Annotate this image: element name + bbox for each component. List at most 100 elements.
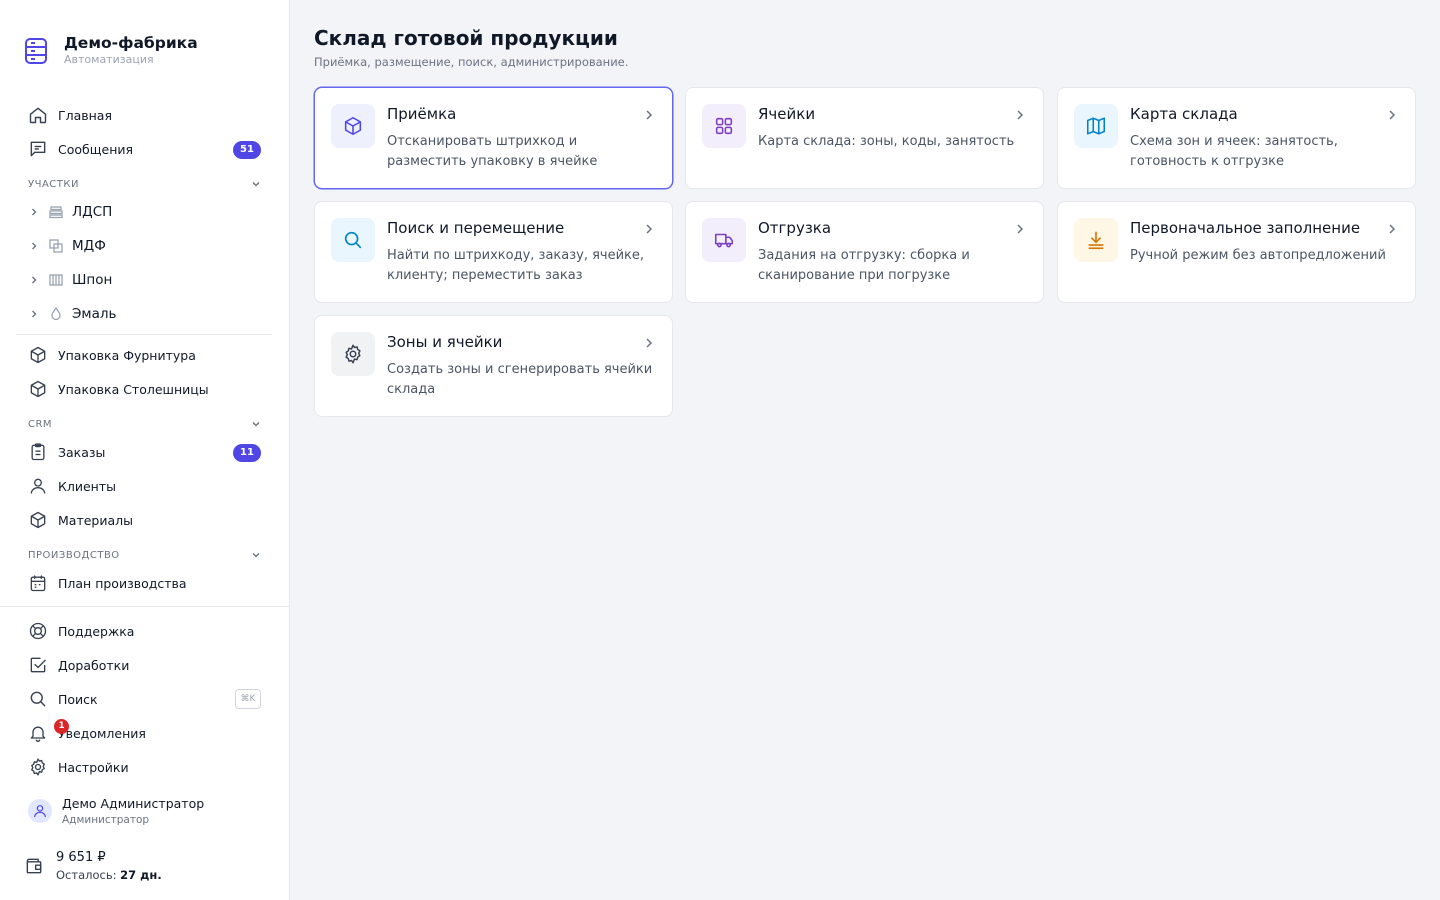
divider — [0, 606, 289, 607]
sidebar-item-label: МДФ — [72, 238, 106, 254]
sidebar-item-label: Доработки — [58, 657, 130, 673]
page-subtitle: Приёмка, размещение, поиск, администриро… — [314, 55, 629, 69]
user-name: Демо Администратор — [62, 796, 205, 811]
clipboard-icon — [28, 442, 48, 462]
sidebar-item-label: Заказы — [58, 444, 106, 460]
user-role: Администратор — [62, 814, 150, 826]
sidebar-item-packaging-countertops[interactable]: Упаковка Столешницы — [16, 374, 274, 404]
search-icon — [28, 689, 48, 709]
sidebar-item-messages[interactable]: Сообщения 51 — [16, 134, 274, 164]
chevron-right-icon — [28, 240, 40, 252]
box-icon — [28, 510, 48, 530]
chevron-right-icon — [28, 274, 40, 286]
user-profile[interactable]: Демо Администратор Администратор — [28, 793, 268, 829]
card-description: Отсканировать штрихкод и разместить упак… — [387, 134, 598, 169]
card-description: Карта склада: зоны, коды, занятость — [758, 134, 1015, 149]
card-description: Задания на отгрузку: сборка и сканирован… — [758, 248, 970, 283]
card-warehouse-map[interactable]: Карта склада Схема зон и ячеек: занятост… — [1057, 87, 1416, 189]
map-icon — [1074, 104, 1118, 148]
sidebar-item-notifications[interactable]: 1 Уведомления — [16, 718, 274, 748]
chevron-down-icon — [250, 549, 262, 561]
brand-subtitle: Автоматизация — [64, 53, 154, 66]
sidebar-item-label: Материалы — [58, 512, 133, 528]
sidebar-item-improvements[interactable]: Доработки — [16, 650, 274, 680]
sidebar-item-enamel[interactable]: Эмаль — [16, 299, 274, 329]
layers-icon — [48, 204, 64, 220]
orders-count-badge: 11 — [233, 444, 261, 462]
card-title: Зоны и ячейки — [387, 333, 503, 351]
card-title: Первоначальное заполнение — [1130, 219, 1361, 237]
brand[interactable]: Демо-фабрика Автоматизация — [24, 34, 198, 67]
sidebar-item-label: Шпон — [72, 272, 113, 288]
chevron-right-icon — [1385, 222, 1399, 236]
sidebar-item-ldsp[interactable]: ЛДСП — [16, 197, 274, 227]
card-cells[interactable]: Ячейки Карта склада: зоны, коды, занятос… — [685, 87, 1044, 189]
sidebar-item-label: Главная — [58, 107, 112, 123]
section-title-crm: CRM — [28, 418, 53, 430]
sidebar-item-clients[interactable]: Клиенты — [16, 471, 274, 501]
sidebar-item-home[interactable]: Главная — [16, 100, 274, 130]
section-toggle-crm[interactable]: CRM — [28, 417, 262, 431]
sidebar-item-label: Поддержка — [58, 623, 135, 639]
server-logo-icon — [24, 37, 48, 65]
section-toggle-production[interactable]: ПРОИЗВОДСТВО — [28, 548, 262, 562]
section-title-areas: УЧАСТКИ — [28, 178, 79, 190]
lifebuoy-icon — [28, 621, 48, 641]
messages-count-badge: 51 — [233, 141, 261, 159]
card-title: Карта склада — [1130, 105, 1238, 123]
card-initial-fill[interactable]: Первоначальное заполнение Ручной режим б… — [1057, 201, 1416, 303]
drop-icon — [48, 306, 64, 322]
box-icon — [28, 345, 48, 365]
sidebar-item-label: План производства — [58, 575, 187, 591]
balance-block[interactable]: 9 651 ₽ Осталось: 27 дн. — [24, 850, 162, 882]
calendar-icon — [28, 573, 48, 593]
sidebar-item-label: ЛДСП — [72, 204, 113, 220]
card-shipment[interactable]: Отгрузка Задания на отгрузку: сборка и с… — [685, 201, 1044, 303]
balance-remaining-label: Осталось: — [56, 868, 117, 882]
card-title: Поиск и перемещение — [387, 219, 565, 237]
chevron-right-icon — [1013, 108, 1027, 122]
search-shortcut-hint: ⌘K — [235, 689, 261, 709]
balance-amount: 9 651 ₽ — [56, 850, 106, 865]
sidebar-item-packaging-hardware[interactable]: Упаковка Фурнитура — [16, 340, 274, 370]
chevron-right-icon — [28, 206, 40, 218]
card-title: Отгрузка — [758, 219, 832, 237]
chevron-down-icon — [250, 418, 262, 430]
sidebar-item-label: Поиск — [58, 691, 98, 707]
sidebar-item-mdf[interactable]: МДФ — [16, 231, 274, 261]
sidebar-item-veneer[interactable]: Шпон — [16, 265, 274, 295]
veneer-icon — [48, 272, 64, 288]
search-icon — [331, 218, 375, 262]
card-search-move[interactable]: Поиск и перемещение Найти по штрихкоду, … — [314, 201, 673, 303]
sidebar-item-materials[interactable]: Материалы — [16, 505, 274, 535]
chevron-right-icon — [642, 336, 656, 350]
chevron-down-icon — [250, 178, 262, 190]
section-title-production: ПРОИЗВОДСТВО — [28, 549, 120, 561]
sidebar-item-support[interactable]: Поддержка — [16, 616, 274, 646]
card-receiving[interactable]: Приёмка Отсканировать штрихкод и размест… — [314, 87, 673, 189]
avatar — [28, 799, 52, 823]
chevron-right-icon — [1013, 222, 1027, 236]
brand-name: Демо-фабрика — [64, 34, 198, 52]
message-icon — [28, 139, 48, 159]
chevron-right-icon — [28, 308, 40, 320]
balance-remaining: Осталось: 27 дн. — [56, 868, 162, 882]
box-icon — [28, 379, 48, 399]
card-title: Ячейки — [758, 105, 816, 123]
sidebar-item-label: Упаковка Фурнитура — [58, 347, 196, 363]
section-toggle-areas[interactable]: УЧАСТКИ — [28, 177, 262, 191]
grid-icon — [702, 104, 746, 148]
sidebar-item-label: Сообщения — [58, 141, 134, 157]
wallet-icon — [24, 856, 44, 876]
sidebar-item-settings[interactable]: Настройки — [16, 752, 274, 782]
sidebar-item-search[interactable]: Поиск ⌘K — [16, 684, 274, 714]
card-description: Ручной режим без автопредложений — [1130, 248, 1386, 263]
sidebar-item-label: Уведомления — [58, 725, 146, 741]
card-description: Найти по штрихкоду, заказу, ячейке, клие… — [387, 248, 645, 283]
card-zones-cells[interactable]: Зоны и ячейки Создать зоны и сгенерирова… — [314, 315, 673, 417]
card-title: Приёмка — [387, 105, 457, 123]
sidebar-item-label: Эмаль — [72, 306, 117, 322]
sidebar-item-orders[interactable]: Заказы 11 — [16, 437, 274, 467]
notifications-count-badge: 1 — [54, 719, 69, 734]
sidebar-item-production-plan[interactable]: План производства — [16, 568, 274, 598]
